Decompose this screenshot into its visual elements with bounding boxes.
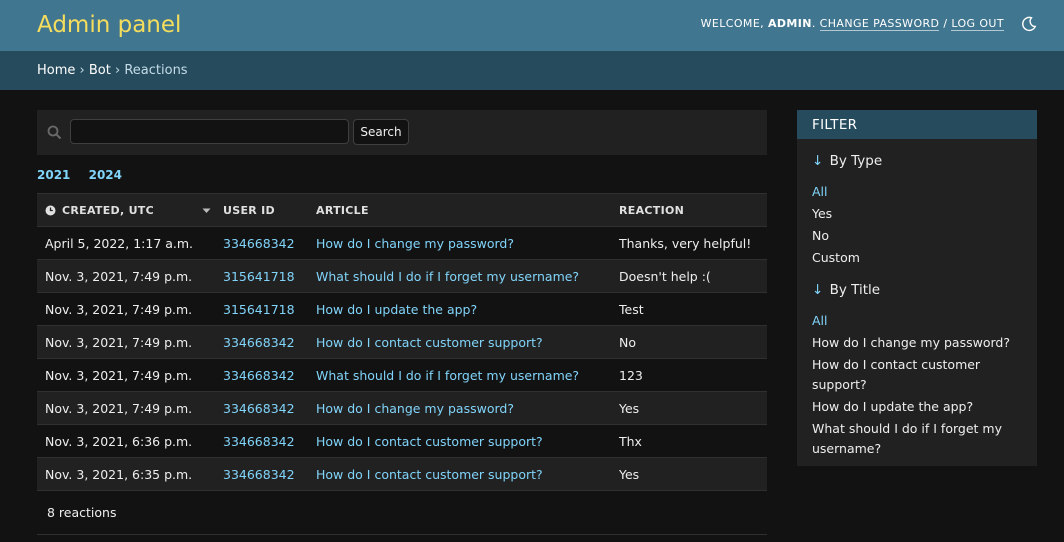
- table-row: Nov. 3, 2021, 7:49 p.m. 334668342 How do…: [37, 391, 767, 425]
- user-tools: WELCOME, ADMIN. CHANGE PASSWORD / LOG OU…: [700, 17, 1004, 31]
- changelist: Search 2021 2024 CREATED, UTC USER ID AR…: [37, 110, 767, 535]
- cell-article-link[interactable]: How do I update the app?: [308, 292, 611, 326]
- site-branding[interactable]: Admin panel: [37, 12, 181, 38]
- cell-reaction: Thanks, very helpful!: [611, 226, 767, 260]
- breadcrumb: Home › Bot › Reactions: [0, 51, 1064, 90]
- filter-heading-label: By Type: [829, 153, 883, 169]
- cell-article-link[interactable]: How do I change my password?: [308, 226, 611, 260]
- cell-reaction: Yes: [611, 391, 767, 425]
- breadcrumb-separator: ›: [115, 63, 121, 78]
- search-button[interactable]: Search: [353, 119, 409, 145]
- header-bar: Admin panel WELCOME, ADMIN. CHANGE PASSW…: [0, 0, 1064, 51]
- welcome-text: WELCOME,: [700, 17, 765, 30]
- filter-option-all[interactable]: All: [812, 311, 1022, 331]
- result-count: 8 reactions: [37, 491, 767, 535]
- filter-heading-type[interactable]: ↓ By Type: [812, 153, 1022, 169]
- filter-title: FILTER: [797, 110, 1037, 139]
- cell-reaction: Thx: [611, 424, 767, 458]
- cell-user-id-link[interactable]: 334668342: [215, 226, 308, 260]
- column-header-user-id[interactable]: USER ID: [215, 193, 308, 227]
- table-header-row: CREATED, UTC USER ID ARTICLE REACTION: [37, 193, 767, 227]
- column-header-article[interactable]: ARTICLE: [308, 193, 611, 227]
- cell-created: Nov. 3, 2021, 7:49 p.m.: [37, 358, 215, 392]
- cell-user-id-link[interactable]: 334668342: [215, 424, 308, 458]
- arrow-down-icon: ↓: [812, 153, 824, 169]
- date-hierarchy-year[interactable]: 2024: [89, 168, 122, 182]
- filter-heading-title[interactable]: ↓ By Title: [812, 282, 1022, 298]
- moon-icon[interactable]: [1021, 16, 1037, 32]
- cell-article-link[interactable]: How do I change my password?: [308, 391, 611, 425]
- cell-created: Nov. 3, 2021, 7:49 p.m.: [37, 391, 215, 425]
- sort-descending-icon[interactable]: [202, 206, 211, 215]
- search-input[interactable]: [70, 119, 349, 144]
- table-row: Nov. 3, 2021, 7:49 p.m. 334668342 How do…: [37, 325, 767, 359]
- arrow-down-icon: ↓: [812, 282, 824, 298]
- table-row: Nov. 3, 2021, 7:49 p.m. 315641718 How do…: [37, 292, 767, 326]
- column-header-created[interactable]: CREATED, UTC: [37, 193, 215, 227]
- cell-article-link[interactable]: How do I contact customer support?: [308, 325, 611, 359]
- filter-option-title[interactable]: What should I do if I forget my username…: [812, 419, 1022, 459]
- cell-user-id-link[interactable]: 334668342: [215, 325, 308, 359]
- column-header-label: CREATED, UTC: [62, 203, 154, 217]
- results-table: CREATED, UTC USER ID ARTICLE REACTION Ap…: [37, 193, 767, 491]
- cell-reaction: No: [611, 325, 767, 359]
- filter-option-title[interactable]: How do I change my password?: [812, 333, 1022, 353]
- cell-user-id-link[interactable]: 334668342: [215, 457, 308, 491]
- date-hierarchy: 2021 2024: [37, 155, 767, 193]
- cell-created: Nov. 3, 2021, 7:49 p.m.: [37, 292, 215, 326]
- cell-reaction: 123: [611, 358, 767, 392]
- filter-option-custom[interactable]: Custom: [812, 248, 1022, 268]
- table-row: April 5, 2022, 1:17 a.m. 334668342 How d…: [37, 226, 767, 260]
- cell-user-id-link[interactable]: 334668342: [215, 358, 308, 392]
- filter-by-type: ↓ By Type All Yes No Custom: [797, 153, 1037, 268]
- filter-option-title[interactable]: How do I contact customer support?: [812, 355, 1022, 395]
- filter-option-all[interactable]: All: [812, 182, 1022, 202]
- cell-article-link[interactable]: What should I do if I forget my username…: [308, 259, 611, 293]
- filter-option-no[interactable]: No: [812, 226, 1022, 246]
- search-icon: [47, 125, 62, 140]
- search-toolbar: Search: [37, 110, 767, 155]
- cell-user-id-link[interactable]: 334668342: [215, 391, 308, 425]
- breadcrumb-app[interactable]: Bot: [89, 63, 111, 78]
- table-row: Nov. 3, 2021, 7:49 p.m. 315641718 What s…: [37, 259, 767, 293]
- cell-created: Nov. 3, 2021, 6:35 p.m.: [37, 457, 215, 491]
- filter-option-title[interactable]: How do I update the app?: [812, 397, 1022, 417]
- filter-option-yes[interactable]: Yes: [812, 204, 1022, 224]
- cell-user-id-link[interactable]: 315641718: [215, 292, 308, 326]
- cell-created: Nov. 3, 2021, 7:49 p.m.: [37, 259, 215, 293]
- table-row: Nov. 3, 2021, 7:49 p.m. 334668342 What s…: [37, 358, 767, 392]
- username: ADMIN: [767, 17, 812, 30]
- filter-sidebar: FILTER ↓ By Type All Yes No Custom ↓ By …: [797, 110, 1037, 466]
- table-row: Nov. 3, 2021, 6:36 p.m. 334668342 How do…: [37, 424, 767, 458]
- breadcrumb-separator: ›: [79, 63, 85, 78]
- change-password-link[interactable]: CHANGE PASSWORD: [819, 17, 940, 31]
- cell-created: Nov. 3, 2021, 7:49 p.m.: [37, 325, 215, 359]
- filter-by-title: ↓ By Title All How do I change my passwo…: [797, 282, 1037, 459]
- cell-article-link[interactable]: How do I contact customer support?: [308, 457, 611, 491]
- cell-reaction: Doesn't help :(: [611, 259, 767, 293]
- table-row: Nov. 3, 2021, 6:35 p.m. 334668342 How do…: [37, 457, 767, 491]
- cell-user-id-link[interactable]: 315641718: [215, 259, 308, 293]
- cell-reaction: Yes: [611, 457, 767, 491]
- cell-article-link[interactable]: What should I do if I forget my username…: [308, 358, 611, 392]
- filter-heading-label: By Title: [829, 282, 881, 298]
- cell-created: April 5, 2022, 1:17 a.m.: [37, 226, 215, 260]
- table-body: April 5, 2022, 1:17 a.m. 334668342 How d…: [37, 226, 767, 491]
- logout-link[interactable]: LOG OUT: [951, 17, 1004, 31]
- date-hierarchy-year[interactable]: 2021: [37, 168, 70, 182]
- cell-created: Nov. 3, 2021, 6:36 p.m.: [37, 424, 215, 458]
- cell-article-link[interactable]: How do I contact customer support?: [308, 424, 611, 458]
- user-tools-separator: /: [943, 17, 948, 30]
- clock-icon: [45, 205, 56, 215]
- breadcrumb-current: Reactions: [124, 63, 188, 78]
- cell-reaction: Test: [611, 292, 767, 326]
- breadcrumb-home[interactable]: Home: [37, 63, 75, 78]
- column-header-reaction[interactable]: REACTION: [611, 193, 767, 227]
